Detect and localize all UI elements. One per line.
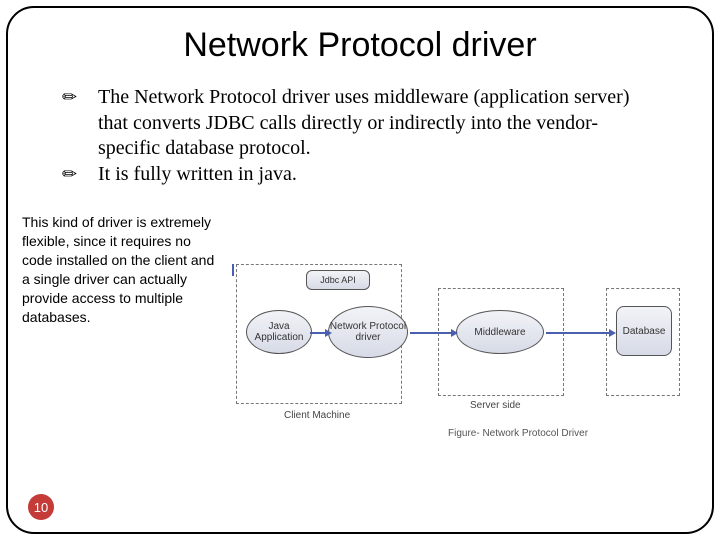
arrow-icon [232,264,234,276]
side-note: This kind of driver is extremely flexibl… [22,213,222,326]
diagram-caption: Figure- Network Protocol Driver [448,428,588,439]
database-node: Database [616,306,672,356]
middleware-node: Middleware [456,310,544,354]
bullet-icon: ✏ [80,163,98,186]
java-application-node: Java Application [246,310,312,354]
bullet-icon: ✏ [80,86,98,109]
bullet-list: ✏The Network Protocol driver uses middle… [80,85,658,187]
server-label: Server side [470,400,521,411]
client-label: Client Machine [284,410,350,421]
architecture-diagram: Jdbc API Java Application Network Protoc… [232,264,688,276]
jdbc-api-node: Jdbc API [306,270,370,290]
arrow-icon [410,332,456,334]
slide-title: Network Protocol driver [32,26,688,65]
lower-section: This kind of driver is extremely flexibl… [32,213,688,326]
arrow-icon [546,332,614,334]
arrow-icon [310,332,330,334]
bullet-text: It is fully written in java. [98,163,297,185]
bullet-item: ✏The Network Protocol driver uses middle… [80,85,658,162]
slide-frame: Network Protocol driver ✏The Network Pro… [6,6,714,534]
page-number-badge: 10 [28,494,54,520]
bullet-text: The Network Protocol driver uses middlew… [98,86,629,159]
network-protocol-driver-node: Network Protocol driver [328,306,408,358]
bullet-item: ✏It is fully written in java. [80,162,658,188]
